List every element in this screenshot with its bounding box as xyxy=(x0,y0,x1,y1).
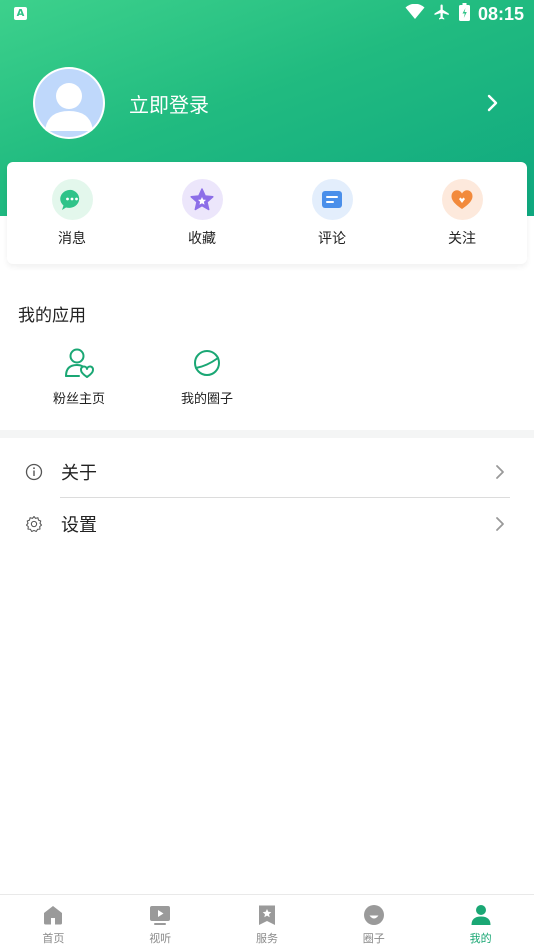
menu-item-settings[interactable]: 设置 xyxy=(0,498,534,550)
quick-action-label: 关注 xyxy=(448,231,476,247)
status-bar: A 08:15 xyxy=(0,0,534,30)
menu-item-about[interactable]: 关于 xyxy=(0,446,534,498)
comment-icon xyxy=(311,179,353,220)
tab-circles[interactable]: 圈子 xyxy=(320,895,427,950)
quick-action-label: 评论 xyxy=(318,231,346,247)
chat-icon xyxy=(51,179,93,220)
tab-label: 我的 xyxy=(469,932,492,945)
tab-services[interactable]: 服务 xyxy=(214,895,321,950)
app-label: 粉丝主页 xyxy=(52,392,105,407)
airplane-icon xyxy=(433,3,451,25)
tab-label: 视听 xyxy=(149,932,172,945)
chevron-right-icon[interactable] xyxy=(483,93,503,113)
settings-menu: 关于 设置 xyxy=(0,446,534,550)
login-label[interactable]: 立即登录 xyxy=(129,89,483,118)
quick-action-messages[interactable]: 消息 xyxy=(7,162,137,264)
circle-icon xyxy=(362,903,386,927)
quick-action-follow[interactable]: 关注 xyxy=(397,162,527,264)
quick-actions-card: 消息 收藏 评论 关注 xyxy=(7,162,527,264)
info-icon xyxy=(24,462,44,482)
tab-media[interactable]: 视听 xyxy=(107,895,214,950)
avatar[interactable] xyxy=(33,67,105,139)
bookmark-star-icon xyxy=(255,903,279,927)
gear-icon xyxy=(24,514,44,534)
apps-section-title: 我的应用 xyxy=(18,306,86,326)
bottom-tab-bar: 首页 视听 服务 圈子 我的 xyxy=(0,894,534,950)
play-icon xyxy=(148,903,172,927)
chevron-right-icon xyxy=(488,516,512,532)
apps-grid: 粉丝主页 我的圈子 xyxy=(33,346,253,407)
menu-item-label: 关于 xyxy=(61,463,97,484)
quick-action-favorites[interactable]: 收藏 xyxy=(137,162,267,264)
chevron-right-icon xyxy=(488,464,512,480)
fan-user-icon xyxy=(62,346,96,380)
status-time: 08:15 xyxy=(477,3,524,24)
star-icon xyxy=(181,179,223,220)
planet-icon xyxy=(190,346,224,380)
user-icon xyxy=(469,903,493,927)
quick-action-comments[interactable]: 评论 xyxy=(267,162,397,264)
tab-mine[interactable]: 我的 xyxy=(427,895,534,950)
screen: A 08:15 立即登录 消息 收藏 评论 关注 我的应用 粉丝主页 我的圈子 … xyxy=(0,0,534,950)
menu-item-label: 设置 xyxy=(61,515,97,536)
home-icon xyxy=(41,903,65,927)
tab-label: 圈子 xyxy=(362,932,385,945)
heart-icon xyxy=(441,179,483,220)
tab-label: 服务 xyxy=(255,932,278,945)
quick-action-label: 消息 xyxy=(58,231,86,247)
notification-badge: A xyxy=(14,7,27,20)
app-fan-homepage[interactable]: 粉丝主页 xyxy=(33,346,125,407)
battery-icon xyxy=(458,3,470,25)
status-icons: 08:15 xyxy=(405,3,524,25)
quick-action-label: 收藏 xyxy=(188,231,216,247)
login-row[interactable]: 立即登录 xyxy=(33,67,503,139)
tab-home[interactable]: 首页 xyxy=(0,895,107,950)
tab-label: 首页 xyxy=(42,932,65,945)
app-my-circles[interactable]: 我的圈子 xyxy=(161,346,253,407)
wifi-icon xyxy=(405,3,425,24)
section-divider xyxy=(0,430,534,438)
app-label: 我的圈子 xyxy=(180,392,233,407)
